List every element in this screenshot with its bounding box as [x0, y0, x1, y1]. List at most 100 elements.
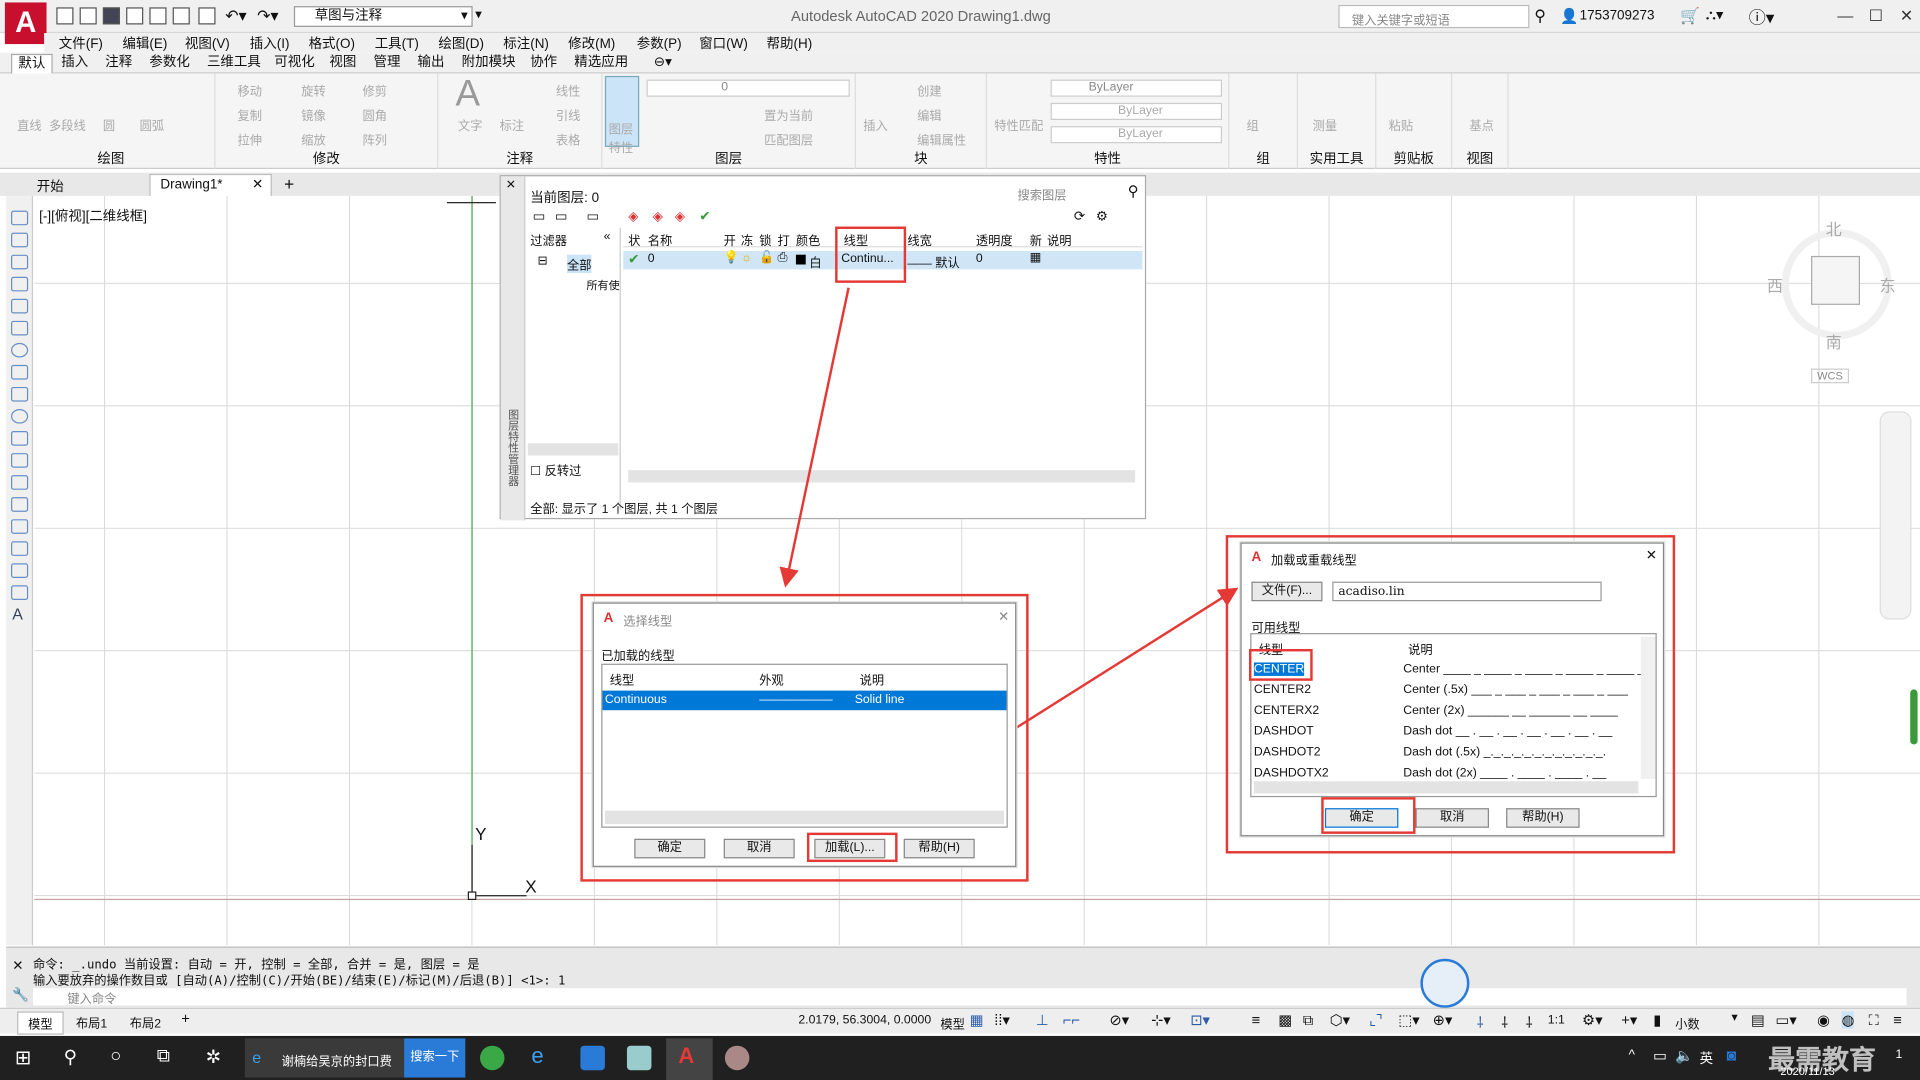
add-layout-icon[interactable]: +: [181, 1010, 190, 1027]
transparency-icon[interactable]: ▩: [1278, 1011, 1292, 1028]
menu-modify[interactable]: 修改(M): [568, 33, 615, 53]
tab-start[interactable]: 开始: [27, 174, 74, 196]
redo-icon[interactable]: ↷▾: [257, 6, 278, 26]
notification-count[interactable]: 1: [1896, 1048, 1903, 1061]
loaded-linetype-list[interactable]: 线型 外观 说明 Continuous —————— Solid line: [601, 663, 1008, 828]
help-search-input[interactable]: 键入关键字或短语: [1338, 4, 1530, 29]
set-current-icon[interactable]: ✔: [699, 208, 710, 224]
command-input[interactable]: 键入命令: [33, 988, 1907, 1007]
tab-addins[interactable]: 附加模块: [456, 54, 522, 74]
table-tool-icon[interactable]: [11, 585, 29, 601]
cancel-button[interactable]: 取消: [1415, 808, 1489, 828]
panel-annotation-title[interactable]: 注释: [438, 148, 601, 168]
layer-color-name[interactable]: 白: [809, 252, 821, 270]
menu-tools[interactable]: 工具(T): [375, 33, 419, 53]
tab-default[interactable]: 默认: [11, 53, 53, 74]
selection-filter-icon[interactable]: ⬚▾: [1398, 1011, 1419, 1028]
autocad-logo-button[interactable]: A: [4, 2, 47, 45]
help-button[interactable]: 帮助(H): [1506, 808, 1580, 828]
customization-icon[interactable]: ≡: [1893, 1011, 1902, 1028]
isodraft-icon[interactable]: ⊘▾: [1109, 1011, 1129, 1028]
col-lock[interactable]: 锁: [759, 230, 771, 248]
windows-start-icon[interactable]: ⊞: [15, 1046, 31, 1070]
open-file-icon[interactable]: [79, 7, 97, 25]
layer-color-swatch[interactable]: [795, 254, 806, 265]
tab-output[interactable]: 输出: [411, 54, 450, 74]
refresh-icon[interactable]: ⟳: [1074, 208, 1085, 224]
tab-featured-apps[interactable]: 精选应用: [568, 54, 634, 74]
print-icon[interactable]: [198, 7, 216, 25]
invert-filter-checkbox[interactable]: ☐ 反转过: [530, 460, 581, 478]
panel-modify-title[interactable]: 修改: [216, 148, 438, 168]
snap-icon[interactable]: ⁞⁞▾: [994, 1011, 1010, 1028]
region-tool-icon[interactable]: [11, 563, 29, 578]
ribbon-mirror[interactable]: 镜像: [301, 105, 325, 123]
group-filter-icon[interactable]: ▭: [555, 208, 568, 224]
quick-properties-icon[interactable]: ▤: [1751, 1011, 1765, 1028]
ribbon-paste[interactable]: 粘贴: [1389, 115, 1413, 133]
panel-groups-title[interactable]: 组: [1229, 148, 1296, 168]
help-icon[interactable]: ⓘ▾: [1749, 5, 1775, 29]
menu-help[interactable]: 帮助(H): [767, 33, 813, 53]
polyline-tool-icon[interactable]: [11, 254, 29, 270]
panel-block-title[interactable]: 块: [856, 148, 986, 168]
linetype-row-centerx2[interactable]: CENTERX2 Center (2x) ______ __ ______ __…: [1254, 703, 1646, 723]
viewcube-west[interactable]: 西: [1767, 273, 1783, 296]
filter-all[interactable]: 全部: [566, 254, 592, 274]
ribbon-copy[interactable]: 复制: [238, 105, 262, 123]
palette-title-bar[interactable]: ✕ 图层特性管理器: [500, 176, 526, 521]
grid-icon[interactable]: ▦: [970, 1011, 984, 1028]
ortho-icon[interactable]: ⊥: [1036, 1011, 1049, 1028]
maximize-button[interactable]: ☐: [1865, 6, 1887, 26]
col-on[interactable]: 开: [724, 230, 736, 248]
command-settings-icon[interactable]: 🔧: [12, 987, 29, 1003]
linetype-row-dashdotx2[interactable]: DASHDOTX2 Dash dot (2x) ____ . ____ . __…: [1254, 765, 1646, 780]
new-tab-icon[interactable]: +: [284, 174, 294, 194]
a360-icon[interactable]: ⛬▾: [1706, 6, 1724, 24]
ribbon-measure[interactable]: 测量: [1313, 115, 1337, 133]
panel-properties-title[interactable]: 特性: [987, 148, 1228, 168]
search-layer-input[interactable]: 搜索图层: [1018, 185, 1067, 203]
mtext-tool-icon[interactable]: A: [12, 605, 23, 623]
layer-table-scrollbar[interactable]: [628, 470, 1136, 483]
close-button[interactable]: ✕: [1896, 6, 1918, 26]
color-dropdown[interactable]: ByLayer: [1050, 79, 1223, 97]
edge-icon[interactable]: e: [531, 1043, 543, 1069]
ribbon-fillet[interactable]: 圆角: [362, 105, 386, 123]
layer-properties-button[interactable]: 图层特性: [604, 75, 640, 156]
qq-icon[interactable]: ◙: [1727, 1046, 1737, 1064]
viewcube-south[interactable]: 南: [1826, 329, 1842, 352]
viewcube-north[interactable]: 北: [1826, 217, 1842, 240]
palette-close-icon[interactable]: ✕: [506, 179, 516, 192]
col-new-vp-freeze[interactable]: 新: [1030, 230, 1042, 248]
ribbon-table[interactable]: 表格: [556, 130, 580, 148]
ribbon-circle[interactable]: 圆: [103, 115, 115, 133]
col-plot[interactable]: 打: [778, 230, 790, 248]
menu-dimension[interactable]: 标注(N): [503, 33, 549, 53]
tab-insert[interactable]: 插入: [55, 54, 94, 74]
ribbon-polyline[interactable]: 多段线: [49, 115, 86, 133]
ribbon-base-point[interactable]: 基点: [1469, 115, 1493, 133]
menu-window[interactable]: 窗口(W): [699, 33, 748, 53]
list-vertical-scrollbar[interactable]: [1640, 636, 1656, 779]
osnap-icon[interactable]: ⊡▾: [1190, 1011, 1210, 1028]
panel-clipboard-title[interactable]: 剪贴板: [1376, 148, 1451, 168]
dynamic-ucs-icon[interactable]: ⌞⌝: [1369, 1011, 1383, 1028]
panel-utilities-title[interactable]: 实用工具: [1298, 148, 1375, 168]
save-as-icon[interactable]: [126, 7, 144, 25]
annotation-monitor-icon[interactable]: +▾: [1621, 1011, 1637, 1028]
make-block-tool-icon[interactable]: [11, 475, 29, 490]
search-icon[interactable]: ⚲: [64, 1046, 77, 1068]
annotation-scale-icon[interactable]: ⸸: [1526, 1011, 1533, 1032]
workspace-switch-icon[interactable]: ⚙▾: [1582, 1011, 1603, 1028]
units-dropdown-icon[interactable]: ▾: [1731, 1011, 1737, 1024]
menu-view[interactable]: 视图(V): [185, 33, 230, 53]
ribbon-make-current[interactable]: 置为当前: [764, 105, 813, 123]
osnap-tracking-icon[interactable]: ⊹▾: [1151, 1011, 1171, 1028]
ribbon-line[interactable]: 直线: [17, 115, 41, 133]
ribbon-arc[interactable]: 圆弧: [140, 115, 164, 133]
ok-button[interactable]: 确定: [634, 838, 706, 859]
model-space-button[interactable]: 模型: [940, 1014, 964, 1032]
clean-screen-icon[interactable]: ⛶: [1869, 1011, 1879, 1029]
panel-draw-title[interactable]: 绘图: [7, 148, 214, 168]
